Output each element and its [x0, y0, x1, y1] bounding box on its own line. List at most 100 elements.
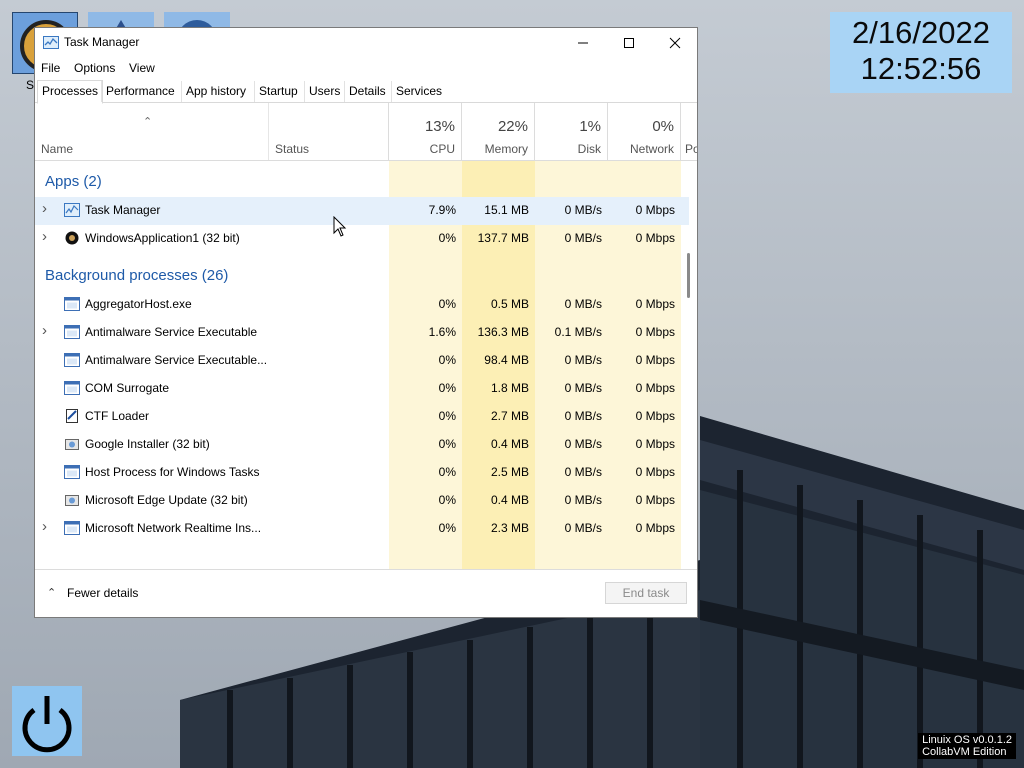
process-disk: 0 MB/s	[564, 493, 602, 507]
column-memory-label: Memory	[484, 142, 528, 156]
table-row[interactable]: Google Installer (32 bit) 0% 0.4 MB 0 MB/s 0…	[35, 431, 689, 459]
process-name: COM Surrogate	[85, 381, 170, 395]
clock-time: 12:52:56	[860, 51, 982, 86]
column-status[interactable]: Status	[269, 103, 389, 160]
process-memory: 0.4 MB	[490, 437, 529, 451]
process-network: 0 Mbps	[635, 381, 675, 395]
group-apps: Apps (2)	[45, 173, 102, 190]
tab-users[interactable]: Users	[304, 81, 344, 102]
process-name: Google Installer (32 bit)	[85, 437, 210, 451]
tab-app-history[interactable]: App history	[181, 81, 250, 102]
process-disk: 0.1 MB/s	[554, 325, 602, 339]
process-disk: 0 MB/s	[564, 437, 602, 451]
desktop-clock: 2/16/2022 12:52:56	[830, 12, 1012, 93]
process-memory: 2.3 MB	[490, 521, 529, 535]
column-memory[interactable]: 22% Memory	[462, 103, 535, 160]
process-table: ⌃ Name Status 13% CPU 22% Memory 1% Disk…	[35, 103, 697, 578]
process-memory: 137.7 MB	[477, 231, 529, 245]
chevron-right-icon[interactable]: ›	[42, 322, 47, 339]
minimize-button[interactable]	[560, 28, 606, 58]
notepad-icon	[66, 409, 78, 423]
table-row[interactable]: Host Process for Windows Tasks 0% 2.5 MB 0 …	[35, 459, 689, 487]
process-disk: 0 MB/s	[564, 381, 602, 395]
table-row[interactable]: COM Surrogate 0% 1.8 MB 0 MB/s 0 Mbps	[35, 375, 689, 403]
tab-details[interactable]: Details	[344, 81, 390, 102]
process-memory: 1.8 MB	[490, 381, 529, 395]
window-icon	[64, 353, 80, 367]
process-disk: 0 MB/s	[564, 297, 602, 311]
process-disk: 0 MB/s	[564, 409, 602, 423]
maximize-button[interactable]	[606, 28, 652, 58]
title-bar[interactable]: Task Manager	[35, 28, 697, 58]
process-network: 0 Mbps	[635, 203, 675, 217]
tab-performance[interactable]: Performance	[101, 81, 179, 102]
maximize-icon	[624, 38, 634, 48]
process-memory: 0.4 MB	[490, 493, 529, 507]
window-icon	[64, 325, 80, 339]
table-row[interactable]: AggregatorHost.exe 0% 0.5 MB 0 MB/s 0 Mbps	[35, 291, 689, 319]
task-manager-icon	[64, 203, 80, 217]
tab-services[interactable]: Services	[391, 81, 446, 102]
chevron-right-icon[interactable]: ›	[42, 200, 47, 217]
process-memory: 98.4 MB	[484, 353, 529, 367]
process-memory: 0.5 MB	[490, 297, 529, 311]
chevron-right-icon[interactable]: ›	[42, 228, 47, 245]
end-task-button[interactable]: End task	[605, 582, 687, 604]
process-disk: 0 MB/s	[564, 231, 602, 245]
table-row[interactable]: Microsoft Edge Update (32 bit) 0% 0.4 MB 0 …	[35, 487, 689, 515]
column-disk[interactable]: 1% Disk	[535, 103, 608, 160]
process-network: 0 Mbps	[635, 465, 675, 479]
table-row[interactable]: › Microsoft Network Realtime Ins... 0% 2.3 …	[35, 515, 689, 543]
chevron-up-icon: ⌃	[47, 587, 57, 599]
process-network: 0 Mbps	[635, 437, 675, 451]
process-name: CTF Loader	[85, 409, 150, 423]
process-network: 0 Mbps	[635, 231, 675, 245]
process-name: Microsoft Network Realtime Ins...	[85, 521, 262, 535]
column-network[interactable]: 0% Network	[608, 103, 681, 160]
table-row[interactable]: › Antimalware Service Executable 1.6% 136.3…	[35, 319, 689, 347]
window-icon	[64, 465, 80, 479]
process-disk: 0 MB/s	[564, 353, 602, 367]
desktop-icon-label: S	[26, 78, 35, 92]
tab-startup[interactable]: Startup	[254, 81, 302, 102]
process-name: Host Process for Windows Tasks	[85, 465, 260, 479]
vertical-scrollbar[interactable]	[687, 253, 690, 298]
app-icon	[65, 231, 79, 245]
power-button[interactable]	[12, 686, 82, 756]
process-cpu: 1.6%	[428, 325, 456, 339]
column-name[interactable]: ⌃ Name	[35, 103, 269, 160]
process-cpu: 0%	[438, 409, 456, 423]
column-cpu-label: CPU	[429, 142, 455, 156]
group-background: Background processes (26)	[45, 267, 229, 284]
menu-options[interactable]: Options	[74, 61, 115, 75]
table-row[interactable]: CTF Loader 0% 2.7 MB 0 MB/s 0 Mbps	[35, 403, 689, 431]
fewer-details-link[interactable]: Fewer details	[67, 586, 138, 600]
process-network: 0 Mbps	[635, 297, 675, 311]
memory-total: 22%	[497, 118, 528, 135]
task-manager-window: Task Manager File Options View Processes…	[34, 27, 698, 618]
installer-icon	[65, 495, 79, 506]
process-cpu: 0%	[438, 297, 456, 311]
chevron-right-icon[interactable]: ›	[42, 518, 47, 535]
column-cpu[interactable]: 13% CPU	[389, 103, 462, 160]
sort-up-icon: ⌃	[143, 116, 153, 128]
menu-file[interactable]: File	[41, 61, 60, 75]
table-row[interactable]: › Task Manager 7.9% 15.1 MB 0 MB/s 0 Mbps	[35, 197, 689, 225]
process-name: Microsoft Edge Update (32 bit)	[85, 493, 248, 507]
table-row[interactable]: Antimalware Service Executable... 0% 98.4 …	[35, 347, 689, 375]
tab-processes[interactable]: Processes	[37, 80, 104, 104]
process-cpu: 7.9%	[428, 203, 456, 217]
minimize-icon	[578, 42, 588, 44]
close-button[interactable]	[652, 28, 698, 58]
column-name-label: Name	[41, 142, 74, 156]
window-icon	[64, 521, 80, 535]
menu-view[interactable]: View	[129, 61, 155, 75]
column-power[interactable]: Po	[681, 103, 697, 160]
process-cpu: 0%	[438, 465, 456, 479]
process-network: 0 Mbps	[635, 325, 675, 339]
table-row[interactable]: › WindowsApplication1 (32 bit) 0% 137.7 MB 0…	[35, 225, 689, 253]
clock-date: 2/16/2022	[852, 15, 990, 50]
version-line-2: CollabVM Edition	[922, 746, 1007, 758]
window-icon	[64, 381, 80, 395]
column-disk-label: Disk	[577, 142, 601, 156]
